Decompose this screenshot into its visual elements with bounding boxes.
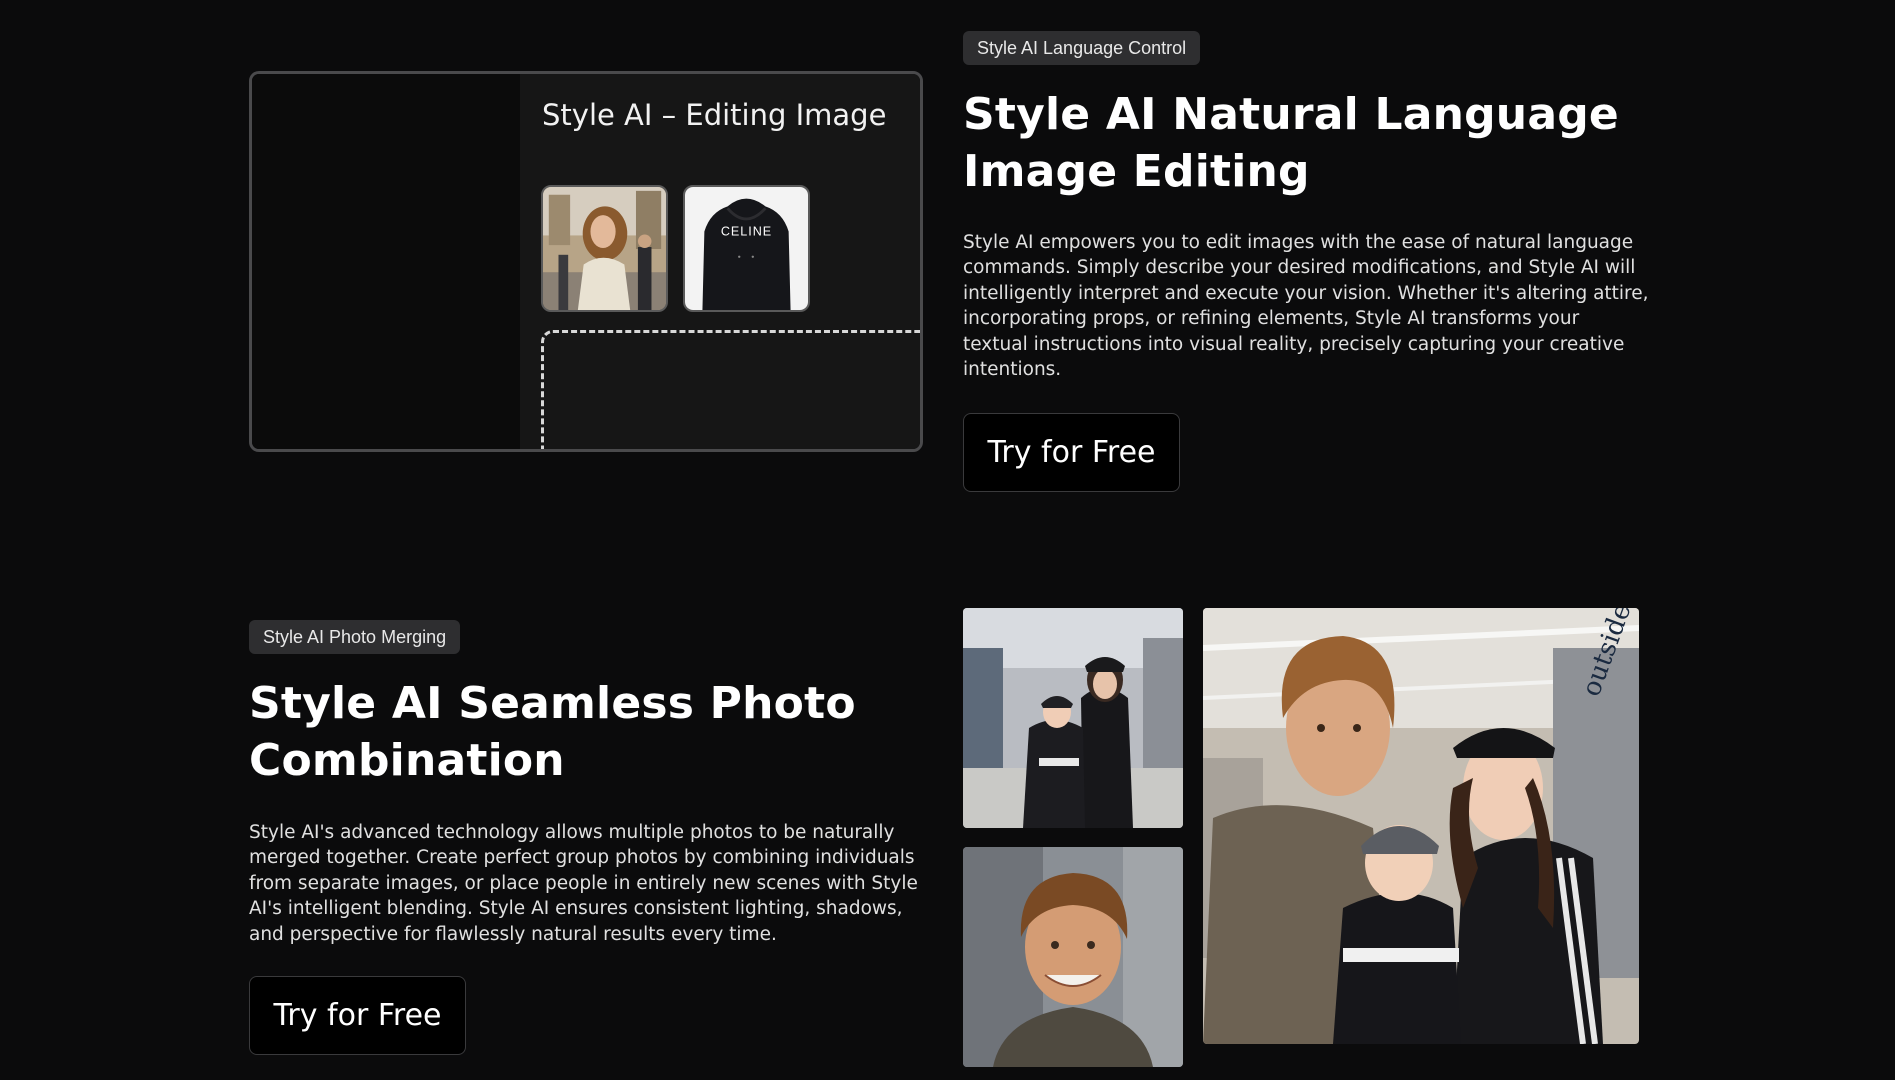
try-for-free-button[interactable]: Try for Free bbox=[249, 976, 466, 1055]
merging-section-title: Style AI Seamless Photo Combination bbox=[249, 675, 856, 789]
mockup-sidebar bbox=[252, 74, 520, 449]
hoodie-logo-text: CELINE bbox=[721, 224, 772, 238]
young-man-portrait-photo bbox=[963, 847, 1183, 1067]
editing-title-line-2: Image Editing bbox=[963, 146, 1310, 197]
editing-desc-line: commands. Simply describe your desired m… bbox=[963, 257, 1636, 279]
hoodie-thumbnail: CELINE bbox=[683, 185, 810, 312]
editing-desc-line: incorporating props, or refining element… bbox=[963, 308, 1580, 330]
photo-merging-badge: Style AI Photo Merging bbox=[249, 620, 461, 654]
editing-title-line-1: Style AI Natural Language bbox=[963, 89, 1619, 140]
merging-desc-line: merged together. Create perfect group ph… bbox=[249, 847, 915, 869]
editing-desc-line: intentions. bbox=[963, 359, 1062, 381]
merging-title-line-1: Style AI Seamless Photo bbox=[249, 678, 856, 729]
mockup-title: Style AI – Editing Image bbox=[542, 98, 887, 132]
upload-dropzone[interactable] bbox=[541, 330, 920, 449]
try-for-free-button[interactable]: Try for Free bbox=[963, 413, 1180, 492]
merging-section-description: Style AI's advanced technology allows mu… bbox=[249, 820, 918, 947]
merging-desc-line: AI's intelligent blending. Style AI ensu… bbox=[249, 898, 903, 920]
mother-baby-mall-photo bbox=[963, 608, 1183, 828]
merging-desc-line: Style AI's advanced technology allows mu… bbox=[249, 822, 895, 843]
editing-desc-line: intelligently interpret and execute your… bbox=[963, 282, 1649, 304]
editing-desc-line: Style AI empowers you to edit images wit… bbox=[963, 232, 1634, 253]
language-control-badge: Style AI Language Control bbox=[963, 31, 1201, 65]
merged-family-photo: outsiders bbox=[1203, 608, 1639, 1044]
merging-desc-line: and perspective for flawlessly natural r… bbox=[249, 923, 777, 945]
editing-section-title: Style AI Natural Language Image Editing bbox=[963, 86, 1619, 200]
editing-mockup-image: Style AI – Editing Image CELINE bbox=[249, 71, 923, 452]
mockup-main-panel: Style AI – Editing Image CELINE bbox=[520, 74, 920, 449]
editing-section-description: Style AI empowers you to edit images wit… bbox=[963, 230, 1649, 382]
woman-thumbnail bbox=[541, 185, 668, 312]
editing-desc-line: textual instructions into visual reality… bbox=[963, 333, 1625, 355]
merging-desc-line: from separate images, or place people in… bbox=[249, 872, 918, 894]
merging-title-line-2: Combination bbox=[249, 735, 565, 786]
